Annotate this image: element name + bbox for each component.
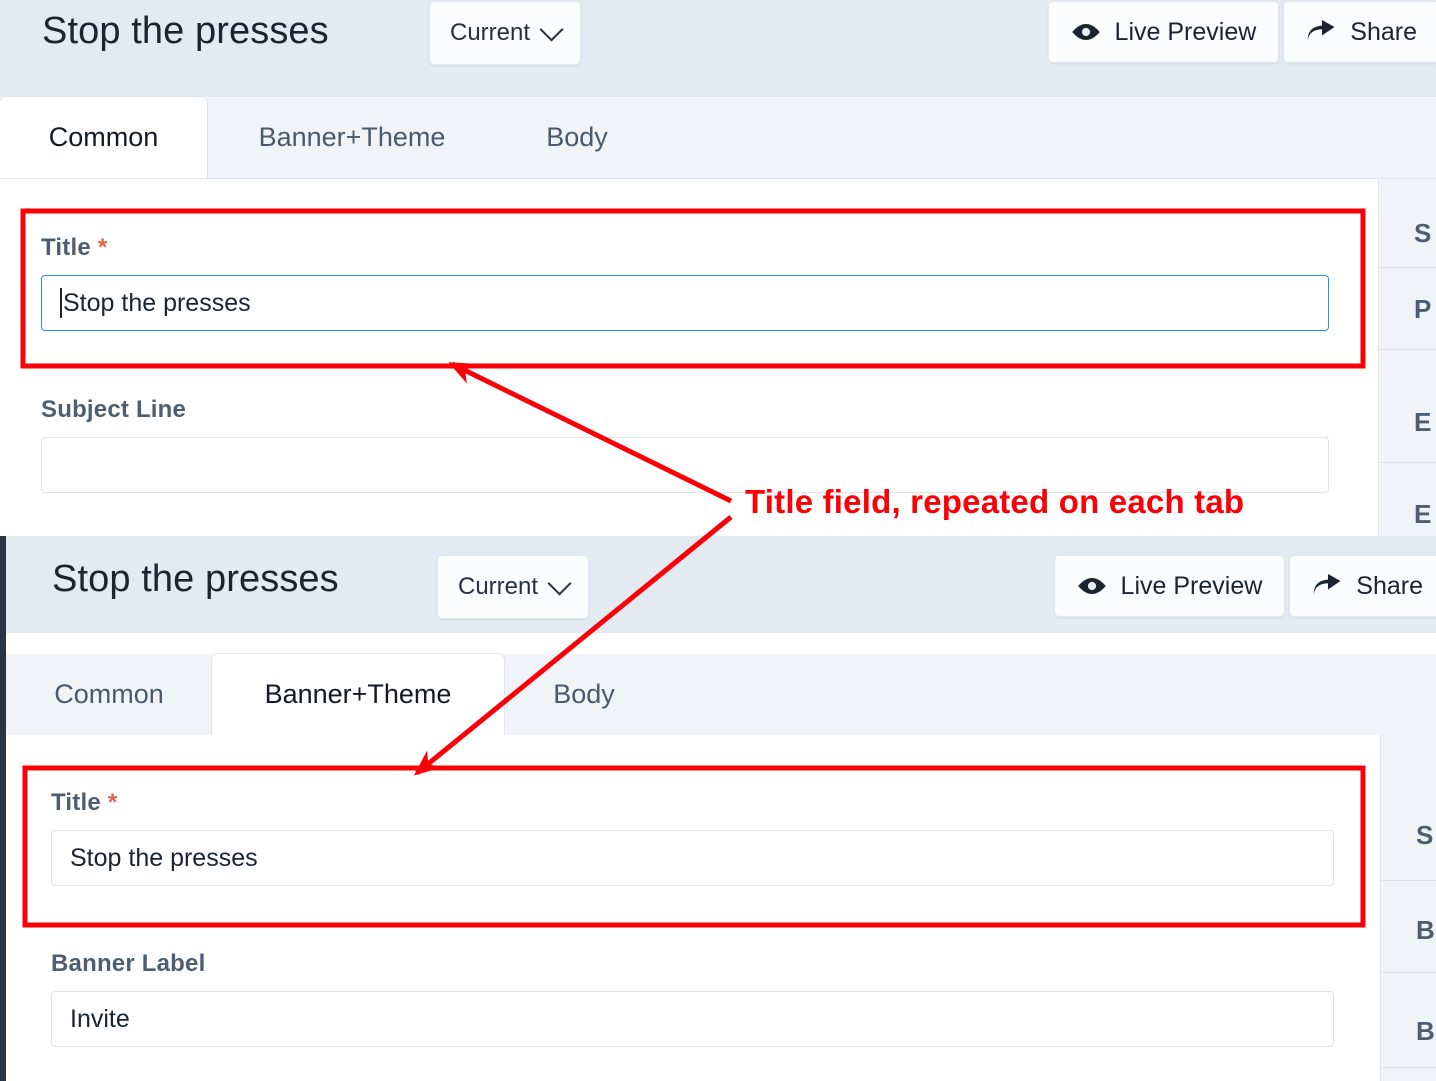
page-title-2: Stop the presses: [52, 558, 339, 600]
field-title-label: Title *: [41, 234, 1329, 262]
field-title: Title * Stop the presses: [41, 234, 1329, 331]
rail-item-2-0[interactable]: S: [1416, 820, 1433, 851]
tab-banner-theme[interactable]: Banner+Theme: [207, 97, 497, 178]
live-preview-button[interactable]: Live Preview: [1047, 1, 1280, 63]
text-caret: [60, 288, 62, 318]
field-subject-line: Subject Line: [41, 396, 1329, 493]
rail-item-2[interactable]: E: [1414, 407, 1431, 438]
tab-banner-theme-label-2: Banner+Theme: [264, 679, 452, 709]
page-title: Stop the presses: [42, 10, 329, 52]
editor-window-banner-theme: Stop the presses Current Live Preview Sh…: [0, 536, 1436, 1081]
eye-icon-2: [1077, 576, 1107, 596]
title-input[interactable]: Stop the presses: [41, 275, 1329, 331]
field-subject-line-label: Subject Line: [41, 396, 1329, 424]
tab-strip-2: Common Banner+Theme Body: [6, 654, 1436, 736]
title-input-value-2: Stop the presses: [70, 843, 258, 872]
tab-body[interactable]: Body: [497, 97, 657, 178]
tab-common-2[interactable]: Common: [6, 654, 212, 735]
version-selector-label-2: Current: [458, 573, 539, 600]
app-header-2: Stop the presses Current Live Preview Sh…: [6, 536, 1436, 633]
rail-item-0[interactable]: S: [1414, 218, 1431, 249]
share-arrow-icon: [1306, 20, 1336, 44]
field-title-label-2: Title *: [51, 789, 1334, 817]
share-label: Share: [1350, 17, 1417, 46]
form-banner-theme: Title * Stop the presses Banner Label Inv…: [6, 735, 1382, 1081]
rail-divider-2-2: [1381, 1067, 1436, 1068]
tab-strip: Common Banner+Theme Body: [0, 97, 1436, 179]
eye-icon: [1071, 22, 1101, 42]
field-title-label-text: Title: [41, 234, 91, 261]
rail-item-2-2[interactable]: B: [1416, 1016, 1435, 1047]
rail-item-3[interactable]: E: [1414, 499, 1431, 530]
live-preview-label-2: Live Preview: [1120, 571, 1263, 600]
header-actions-2: Live Preview Share: [1050, 555, 1436, 617]
field-title-2: Title * Stop the presses: [51, 789, 1334, 886]
live-preview-button-2[interactable]: Live Preview: [1053, 555, 1286, 617]
share-button[interactable]: Share: [1283, 1, 1436, 63]
chevron-down-icon-2: [547, 570, 572, 596]
header-actions: Live Preview Share: [1044, 1, 1436, 63]
field-banner-label: Banner Label Invite: [51, 950, 1334, 1047]
settings-side-rail: S P E E: [1378, 179, 1436, 536]
version-selector-button-2[interactable]: Current: [437, 555, 590, 619]
required-marker-icon: *: [97, 234, 108, 261]
required-marker-icon-2: *: [107, 789, 118, 816]
rail-divider-1: [1379, 349, 1436, 350]
version-selector-label: Current: [450, 19, 531, 46]
share-button-2[interactable]: Share: [1289, 555, 1436, 617]
rail-divider-0: [1379, 267, 1436, 268]
field-banner-label-label: Banner Label: [51, 950, 1334, 978]
banner-label-input[interactable]: Invite: [51, 991, 1334, 1047]
field-subject-line-label-text: Subject Line: [41, 396, 187, 423]
app-header: Stop the presses Current Live Preview Sh…: [0, 0, 1436, 97]
chevron-down-icon: [539, 16, 564, 42]
banner-label-input-value: Invite: [70, 1004, 130, 1033]
live-preview-label: Live Preview: [1114, 17, 1257, 46]
share-label-2: Share: [1356, 571, 1423, 600]
field-banner-label-label-text: Banner Label: [51, 950, 206, 977]
annotation-label: Title field, repeated on each tab: [745, 483, 1245, 520]
rail-item-1[interactable]: P: [1414, 294, 1431, 325]
tab-common-label-2: Common: [54, 679, 164, 709]
tab-body-2[interactable]: Body: [504, 654, 664, 735]
rail-divider-2: [1379, 462, 1436, 463]
title-input-2[interactable]: Stop the presses: [51, 830, 1334, 886]
field-title-label-text-2: Title: [51, 789, 101, 816]
version-selector-button[interactable]: Current: [429, 1, 582, 65]
rail-divider-2-0: [1381, 880, 1436, 881]
tab-banner-theme-label: Banner+Theme: [258, 122, 446, 152]
tab-body-label: Body: [546, 122, 608, 152]
editor-window-common: Stop the presses Current Live Preview Sh…: [0, 0, 1436, 536]
tab-body-label-2: Body: [553, 679, 615, 709]
tab-banner-theme-2[interactable]: Banner+Theme: [212, 654, 504, 735]
tab-common-label: Common: [48, 122, 159, 152]
rail-item-2-1[interactable]: B: [1416, 915, 1435, 946]
settings-side-rail-2: S B B B: [1380, 735, 1436, 1081]
rail-divider-2-1: [1381, 972, 1436, 973]
tab-common[interactable]: Common: [0, 97, 207, 178]
share-arrow-icon-2: [1312, 574, 1342, 598]
title-input-value: Stop the presses: [63, 288, 251, 317]
